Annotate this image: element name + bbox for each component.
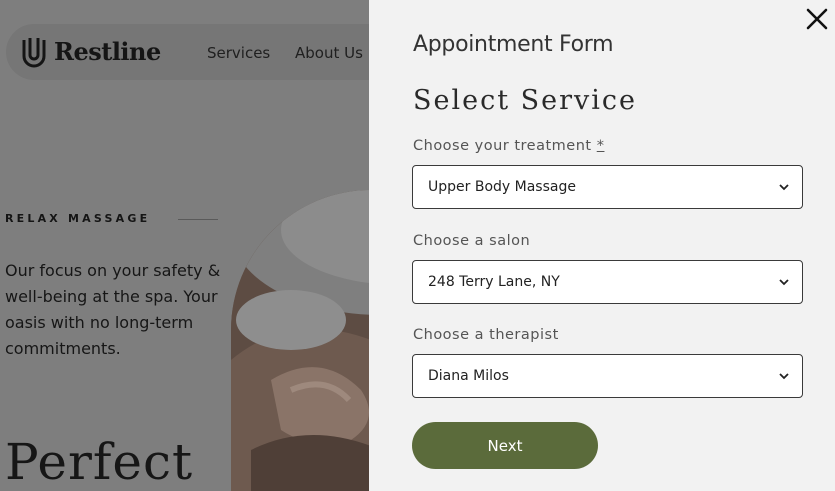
chevron-down-icon — [779, 184, 789, 191]
salon-label: Choose a salon — [413, 233, 531, 249]
therapist-label: Choose a therapist — [413, 327, 559, 343]
background-page: Restline Services About Us RELAX MASSAGE… — [0, 0, 370, 491]
intro-text: Our focus on your safety & well-being at… — [5, 261, 221, 358]
close-icon[interactable] — [802, 4, 832, 34]
hero-massage-image — [231, 190, 370, 491]
chevron-down-icon — [779, 373, 789, 380]
hero-image-art — [231, 190, 370, 491]
hero-headline: Perfect — [5, 433, 194, 491]
treatment-label-text: Choose your treatment — [413, 138, 592, 154]
logo-mark-icon — [22, 38, 46, 68]
treatment-select-value: Upper Body Massage — [428, 179, 576, 195]
form-title: Appointment Form — [413, 32, 614, 57]
salon-select[interactable]: 248 Terry Lane, NY — [412, 260, 803, 304]
form-subtitle: Select Service — [413, 85, 638, 116]
brand-logo[interactable]: Restline — [20, 34, 161, 68]
therapist-select-value: Diana Milos — [428, 368, 509, 384]
section-eyebrow: RELAX MASSAGE — [5, 212, 151, 225]
next-button[interactable]: Next — [412, 422, 598, 469]
eyebrow-divider — [178, 219, 218, 220]
required-marker: * — [596, 138, 605, 154]
salon-select-value: 248 Terry Lane, NY — [428, 274, 560, 290]
therapist-select[interactable]: Diana Milos — [412, 354, 803, 398]
chevron-down-icon — [779, 279, 789, 286]
brand-name: Restline — [54, 36, 161, 66]
nav-services[interactable]: Services — [207, 44, 270, 62]
treatment-select[interactable]: Upper Body Massage — [412, 165, 803, 209]
nav-about-us[interactable]: About Us — [295, 44, 363, 62]
treatment-label: Choose your treatment * — [413, 138, 604, 154]
